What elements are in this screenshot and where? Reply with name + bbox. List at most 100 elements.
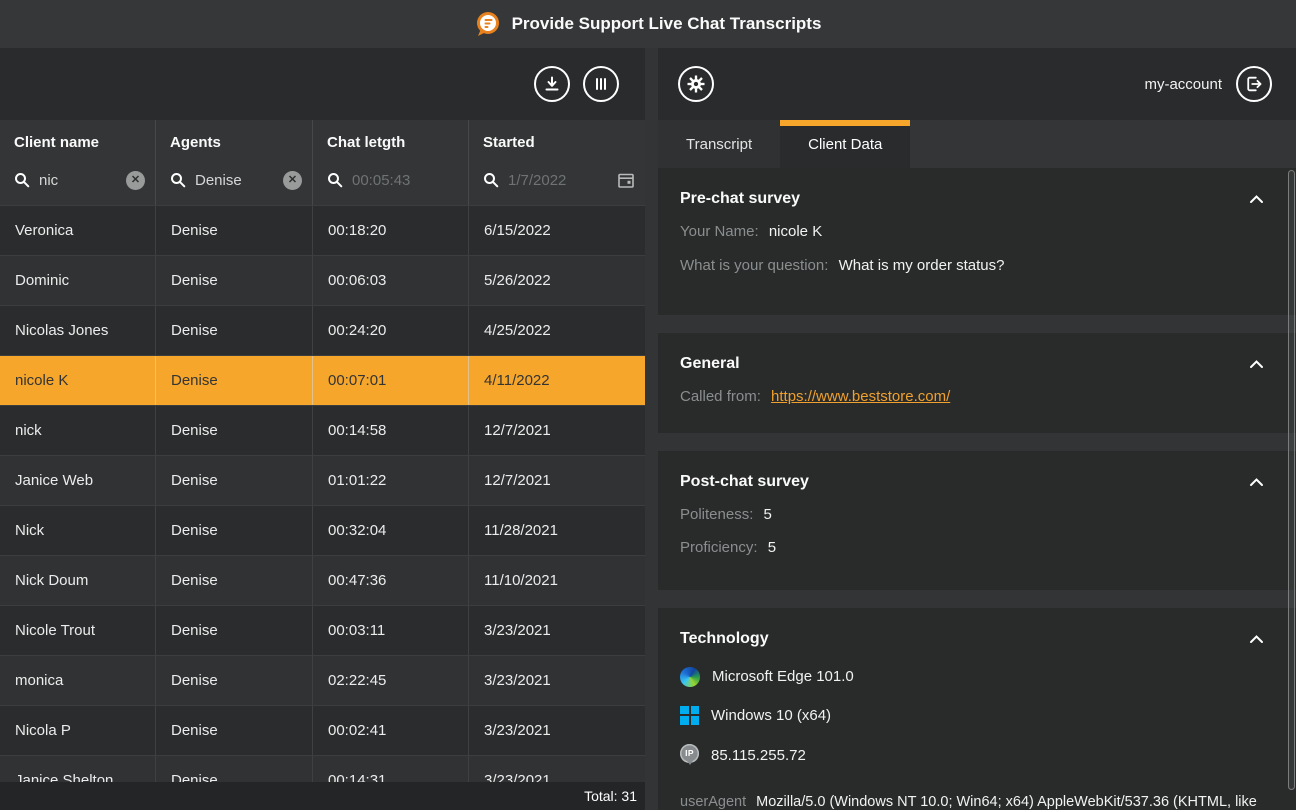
section-pre-chat-survey: Pre-chat survey Your Name: nicole K What…: [658, 168, 1296, 315]
clear-client-filter-icon[interactable]: ✕: [126, 171, 145, 190]
ip-pin-icon: IP: [680, 744, 699, 763]
user-agent-label: userAgent: [680, 794, 746, 810]
length-cell: 00:03:11: [312, 606, 468, 655]
table-row[interactable]: nick Denise 00:14:58 12/7/2021: [0, 405, 645, 455]
agent-cell: Denise: [155, 206, 312, 255]
column-title-chat-length: Chat letgth: [327, 134, 458, 151]
tab-client-data-label: Client Data: [808, 136, 882, 153]
agent-cell: Denise: [155, 456, 312, 505]
agent-cell: Denise: [155, 406, 312, 455]
client-cell: nicole K: [0, 356, 155, 405]
windows-icon: [680, 706, 699, 725]
agents-filter-input[interactable]: [195, 172, 274, 189]
started-cell: 4/25/2022: [468, 306, 645, 355]
started-cell: 3/23/2021: [468, 706, 645, 755]
transcripts-panel: Client name ✕ Agents ✕ Chat letgth: [0, 48, 645, 810]
total-count: Total: 31: [584, 788, 637, 804]
table-header: Client name ✕ Agents ✕ Chat letgth: [0, 120, 645, 205]
collapse-button[interactable]: [1247, 475, 1266, 489]
started-cell: 4/11/2022: [468, 356, 645, 405]
table-row[interactable]: Nick Denise 00:32:04 11/28/2021: [0, 505, 645, 555]
clear-agents-filter-icon[interactable]: ✕: [283, 171, 302, 190]
client-filter-input[interactable]: [39, 172, 117, 189]
os-row: Windows 10 (x64): [680, 706, 1266, 725]
search-icon: [483, 172, 499, 188]
chevron-up-icon: [1249, 194, 1264, 204]
chat-length-filter-input[interactable]: [352, 172, 458, 189]
client-cell: Nick: [0, 506, 155, 555]
started-cell: 11/10/2021: [468, 556, 645, 605]
column-title-agents: Agents: [170, 134, 302, 151]
client-cell: nick: [0, 406, 155, 455]
field-value: nicole K: [769, 223, 822, 240]
table-row[interactable]: Janice Web Denise 01:01:22 12/7/2021: [0, 455, 645, 505]
client-cell: Nick Doum: [0, 556, 155, 605]
user-agent-value: Mozilla/5.0 (Windows NT 10.0; Win64; x64…: [680, 794, 1257, 810]
section-title: Post-chat survey: [680, 473, 809, 491]
os-value: Windows 10 (x64): [711, 707, 831, 724]
agents-filter: ✕: [170, 167, 302, 193]
download-icon: [543, 75, 561, 93]
client-cell: Veronica: [0, 206, 155, 255]
calendar-icon[interactable]: [617, 171, 635, 189]
client-cell: Janice Web: [0, 456, 155, 505]
settings-button[interactable]: [678, 66, 714, 102]
collapse-button[interactable]: [1247, 632, 1266, 646]
called-from-link[interactable]: https://www.beststore.com/: [771, 388, 950, 405]
search-icon: [327, 172, 343, 188]
table-row[interactable]: Veronica Denise 00:18:20 6/15/2022: [0, 205, 645, 255]
client-cell: monica: [0, 656, 155, 705]
field-label: Politeness:: [680, 506, 753, 523]
column-client-name: Client name ✕: [0, 120, 155, 205]
agent-cell: Denise: [155, 506, 312, 555]
field-value: 5: [768, 539, 776, 556]
chevron-up-icon: [1249, 634, 1264, 644]
download-button[interactable]: [534, 66, 570, 102]
detail-tabs: Transcript Client Data: [658, 120, 1296, 168]
started-filter: [483, 167, 635, 193]
started-cell: 3/23/2021: [468, 606, 645, 655]
field-your-name: Your Name: nicole K: [680, 222, 1266, 242]
agent-cell: Denise: [155, 306, 312, 355]
user-agent-row: userAgentMozilla/5.0 (Windows NT 10.0; W…: [680, 793, 1266, 810]
table-row-selected[interactable]: nicole K Denise 00:07:01 4/11/2022: [0, 355, 645, 405]
length-cell: 00:32:04: [312, 506, 468, 555]
table-row[interactable]: Nick Doum Denise 00:47:36 11/10/2021: [0, 555, 645, 605]
search-icon: [14, 172, 30, 188]
client-cell: Nicolas Jones: [0, 306, 155, 355]
length-cell: 00:06:03: [312, 256, 468, 305]
field-label: Your Name:: [680, 223, 759, 240]
table-row[interactable]: Nicolas Jones Denise 00:24:20 4/25/2022: [0, 305, 645, 355]
tab-transcript[interactable]: Transcript: [658, 120, 780, 168]
collapse-button[interactable]: [1247, 192, 1266, 206]
app-logo-icon: [475, 11, 501, 37]
started-filter-input[interactable]: [508, 172, 608, 189]
browser-value: Microsoft Edge 101.0: [712, 668, 854, 685]
length-cell: 00:02:41: [312, 706, 468, 755]
section-technology: Technology Microsoft Edge 101.0 Windows …: [658, 608, 1296, 810]
scrollbar[interactable]: [1288, 170, 1295, 790]
field-label: Proficiency:: [680, 539, 758, 556]
client-cell: Nicole Trout: [0, 606, 155, 655]
section-title: Technology: [680, 630, 769, 648]
length-cell: 00:47:36: [312, 556, 468, 605]
table-body: Veronica Denise 00:18:20 6/15/2022 Domin…: [0, 205, 645, 810]
table-row[interactable]: Nicola P Denise 00:02:41 3/23/2021: [0, 705, 645, 755]
table-row[interactable]: monica Denise 02:22:45 3/23/2021: [0, 655, 645, 705]
section-post-chat-survey: Post-chat survey Politeness: 5 Proficien…: [658, 451, 1296, 590]
length-cell: 00:07:01: [312, 356, 468, 405]
started-cell: 11/28/2021: [468, 506, 645, 555]
tab-client-data[interactable]: Client Data: [780, 120, 910, 168]
collapse-button[interactable]: [1247, 357, 1266, 371]
logout-button[interactable]: [1236, 66, 1272, 102]
length-cell: 00:24:20: [312, 306, 468, 355]
field-called-from: Called from: https://www.beststore.com/: [680, 387, 1266, 407]
account-menu[interactable]: my-account: [1144, 76, 1222, 93]
field-politeness: Politeness: 5: [680, 505, 1266, 525]
client-filter: ✕: [14, 167, 145, 193]
table-row[interactable]: Dominic Denise 00:06:03 5/26/2022: [0, 255, 645, 305]
table-row[interactable]: Nicole Trout Denise 00:03:11 3/23/2021: [0, 605, 645, 655]
columns-button[interactable]: [583, 66, 619, 102]
column-started: Started: [468, 120, 645, 205]
columns-icon: [592, 75, 610, 93]
